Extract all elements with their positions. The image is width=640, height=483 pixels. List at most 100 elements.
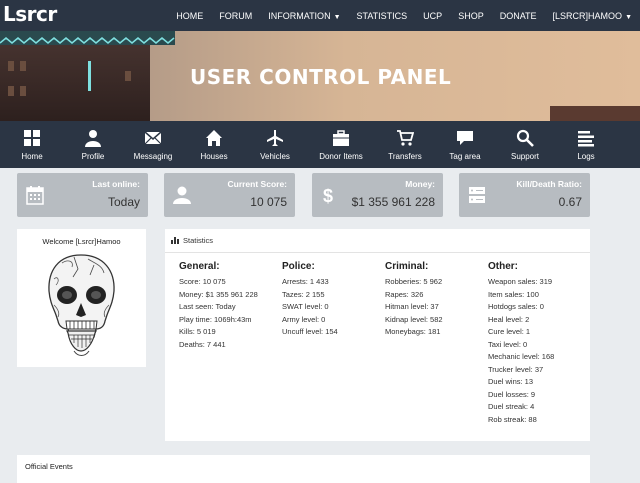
stat-row: Rapes: 326	[385, 289, 424, 299]
building-window	[8, 61, 14, 71]
iconbar-houses[interactable]: Houses	[184, 121, 244, 168]
statistics-panel: Statistics General: Score: 10 075 Money:…	[165, 229, 590, 441]
stat-row: Robberies: 5 962	[385, 277, 443, 286]
user-icon	[173, 186, 191, 204]
nav-shop[interactable]: SHOP	[450, 11, 492, 21]
cart-icon	[397, 129, 414, 146]
nav-forum[interactable]: FORUM	[211, 11, 260, 21]
stat-row: Money: $1 355 961 228	[179, 289, 258, 299]
stat-row: Duel losses: 9	[488, 389, 536, 399]
page-title: USER CONTROL PANEL	[190, 65, 452, 89]
official-events-title: Official Events	[25, 462, 73, 471]
nav-user-menu[interactable]: [LSRCR]HAMOO ▼	[545, 11, 640, 21]
plane-icon	[267, 129, 283, 146]
nav-home[interactable]: HOME	[168, 11, 211, 21]
stat-row: Army level: 0	[282, 314, 326, 324]
welcome-text: Welcome [Lsrcr]Hamoo	[42, 237, 121, 246]
stat-label: Last online:	[92, 179, 140, 189]
iconbar-donor-items-label: Donor Items	[319, 151, 363, 161]
stat-row: Hitman level: 37	[385, 302, 439, 311]
building-window	[20, 86, 26, 96]
stats-column-general: General: Score: 10 075 Money: $1 355 961…	[179, 261, 258, 351]
stat-row: Last seen: Today	[179, 302, 236, 311]
iconbar-vehicles[interactable]: Vehicles	[244, 121, 306, 168]
stat-row: Kidnap level: 582	[385, 314, 443, 324]
iconbar-profile-label: Profile	[81, 151, 105, 161]
nav-donate[interactable]: DONATE	[492, 11, 545, 21]
stat-value: 10 075	[250, 195, 287, 209]
column-heading: Criminal:	[385, 261, 429, 272]
briefcase-icon	[333, 129, 349, 146]
stat-row: Arrests: 1 433	[282, 277, 329, 286]
list-icon	[578, 130, 594, 146]
building-window	[20, 61, 26, 71]
stat-money: $ Money: $1 355 961 228	[312, 173, 443, 217]
nav-information-label: INFORMATION	[268, 10, 331, 21]
nav-donate-label: DONATE	[499, 10, 537, 21]
stat-label: Current Score:	[227, 179, 287, 189]
caret-down-icon: ▼	[625, 13, 632, 21]
iconbar-transfers-label: Transfers	[388, 151, 422, 161]
nav-forum-label: FORUM	[219, 10, 253, 21]
icon-nav-bar: Home Profile Messaging Houses Vehicles D…	[0, 121, 640, 168]
iconbar-support-label: Support	[510, 151, 540, 161]
building-window	[125, 71, 131, 81]
stats-column-criminal: Criminal: Robberies: 5 962 Rapes: 326 Hi…	[385, 261, 443, 339]
nav-shop-label: SHOP	[458, 10, 484, 21]
stat-label: Money:	[405, 179, 435, 189]
nav-home-label: HOME	[176, 10, 204, 21]
stat-row: Hotdogs sales: 0	[488, 302, 544, 311]
house-icon	[206, 129, 222, 146]
stat-kd-ratio: Kill/Death Ratio: 0.67	[459, 173, 590, 217]
iconbar-tag-area[interactable]: Tag area	[434, 121, 496, 168]
iconbar-donor-items[interactable]: Donor Items	[306, 121, 376, 168]
column-heading: Other:	[488, 261, 518, 272]
hero-building-right	[550, 106, 640, 121]
hero-banner: USER CONTROL PANEL	[0, 31, 640, 121]
stat-current-score: Current Score: 10 075	[164, 173, 295, 217]
server-icon	[469, 187, 485, 203]
iconbar-support[interactable]: Support	[496, 121, 554, 168]
skull-avatar	[48, 254, 115, 356]
nav-ucp[interactable]: UCP	[415, 11, 450, 21]
statistics-title: Statistics	[183, 236, 214, 245]
building-trim	[0, 37, 175, 44]
stat-row: Duel wins: 13	[488, 377, 534, 386]
column-heading: General:	[179, 261, 220, 272]
statistics-header: Statistics	[165, 229, 590, 253]
stat-row: Kills: 5 019	[179, 327, 216, 336]
stat-last-online: Last online: Today	[17, 173, 148, 217]
stat-row: Weapon sales: 319	[488, 277, 553, 286]
stat-row: Tazes: 2 155	[282, 289, 325, 299]
user-icon	[85, 129, 101, 147]
profile-card: Welcome [Lsrcr]Hamoo	[17, 229, 146, 367]
stat-row: Deaths: 7 441	[179, 339, 226, 349]
column-heading: Police:	[282, 261, 315, 272]
building-window	[8, 86, 14, 96]
iconbar-home[interactable]: Home	[0, 121, 64, 168]
iconbar-messaging[interactable]: Messaging	[122, 121, 184, 168]
stat-label: Kill/Death Ratio:	[516, 179, 582, 189]
iconbar-logs[interactable]: Logs	[554, 121, 618, 168]
site-logo[interactable]: Lsrcr	[3, 2, 57, 26]
iconbar-vehicles-label: Vehicles	[260, 151, 290, 161]
calendar-icon	[26, 186, 44, 205]
iconbar-transfers[interactable]: Transfers	[376, 121, 434, 168]
caret-down-icon: ▼	[333, 13, 341, 21]
nav-statistics[interactable]: STATISTICS	[349, 11, 416, 21]
iconbar-houses-label: Houses	[200, 151, 228, 161]
stats-column-other: Other: Weapon sales: 319 Item sales: 100…	[488, 261, 554, 426]
iconbar-tag-area-label: Tag area	[449, 151, 481, 161]
stat-row: Heal level: 2	[488, 314, 530, 324]
stat-row: Trucker level: 37	[488, 364, 544, 374]
stat-row: Moneybags: 181	[385, 327, 441, 336]
stat-value: Today	[107, 195, 140, 209]
stats-column-police: Police: Arrests: 1 433 Tazes: 2 155 SWAT…	[282, 261, 338, 339]
speech-bubble-icon	[457, 130, 473, 145]
nav-information[interactable]: INFORMATION ▼	[260, 11, 348, 21]
dollar-icon: $	[323, 186, 333, 205]
iconbar-profile[interactable]: Profile	[64, 121, 122, 168]
building-neon	[88, 61, 91, 91]
stat-row: Rob streak: 88	[488, 414, 537, 424]
nav-statistics-label: STATISTICS	[356, 10, 408, 21]
